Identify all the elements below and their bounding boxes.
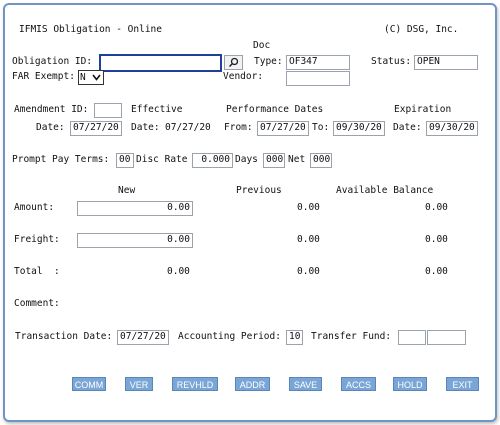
prompt-pay-label: Prompt Pay Terms:: [12, 154, 110, 165]
type-label: Type:: [254, 56, 283, 67]
comment-label: Comment:: [14, 298, 60, 309]
performance-from-label: From:: [224, 122, 253, 133]
freight-label: Freight:: [14, 234, 60, 245]
accounting-period-field[interactable]: 10: [286, 330, 303, 345]
copyright-text: (C) DSG, Inc.: [384, 24, 459, 35]
disc-rate-field[interactable]: 0.000: [192, 153, 233, 168]
prompt-pay-terms-field[interactable]: 00: [116, 153, 134, 168]
transaction-date-label: Transaction Date:: [15, 331, 113, 342]
net-label: Net: [288, 154, 306, 165]
type-field[interactable]: OF347: [286, 55, 350, 70]
expiration-heading: Expiration: [394, 104, 452, 115]
total-available-value: 0.00: [425, 266, 448, 277]
search-icon: [228, 57, 239, 68]
obligation-id-label: Obligation ID:: [12, 56, 93, 67]
expiration-date-label: Date:: [393, 122, 422, 133]
far-exempt-value: N: [80, 72, 86, 83]
days-label: Days: [235, 154, 258, 165]
page-title: IFMIS Obligation - Online: [19, 24, 162, 35]
transaction-date-field[interactable]: 07/27/20: [117, 330, 169, 345]
save-button[interactable]: SAVE: [289, 377, 322, 391]
amendment-date-field[interactable]: 07/27/20: [70, 121, 122, 136]
accounting-period-label: Accounting Period:: [178, 331, 281, 342]
transfer-fund-field-2[interactable]: [427, 330, 466, 345]
transfer-fund-label: Transfer Fund:: [311, 331, 392, 342]
performance-to-label: To:: [312, 122, 330, 133]
amount-new-field[interactable]: 0.00: [77, 201, 193, 216]
freight-new-field[interactable]: 0.00: [77, 233, 193, 248]
performance-from-field[interactable]: 07/27/20: [257, 121, 309, 136]
expiration-date-field[interactable]: 09/30/20: [426, 121, 478, 136]
accs-button[interactable]: ACCS: [341, 377, 376, 391]
chevron-down-icon: [92, 74, 101, 81]
total-label: Total :: [14, 266, 60, 277]
net-field[interactable]: 000: [310, 153, 332, 168]
total-previous-value: 0.00: [297, 266, 320, 277]
amendment-id-label: Amendment ID:: [14, 104, 89, 115]
effective-date-label: Date:: [131, 122, 160, 133]
days-field[interactable]: 000: [263, 153, 285, 168]
column-new-header: New: [118, 185, 136, 196]
performance-to-field[interactable]: 09/30/20: [333, 121, 385, 136]
effective-heading: Effective: [131, 104, 183, 115]
freight-previous-value: 0.00: [297, 234, 320, 245]
amendment-date-label: Date:: [36, 122, 65, 133]
vendor-label: Vendor:: [223, 71, 264, 82]
amount-label: Amount:: [14, 202, 55, 213]
revhld-button[interactable]: REVHLD: [172, 377, 218, 391]
status-label: Status:: [371, 56, 412, 67]
ver-button[interactable]: VER: [125, 377, 153, 391]
obligation-id-input[interactable]: [99, 54, 222, 72]
hold-button[interactable]: HOLD: [393, 377, 427, 391]
far-exempt-select[interactable]: N: [78, 70, 104, 85]
amendment-id-input[interactable]: [94, 103, 122, 118]
effective-date-value: 07/27/20: [165, 122, 211, 133]
column-previous-header: Previous: [236, 185, 282, 196]
vendor-field[interactable]: [286, 71, 350, 86]
search-button[interactable]: [224, 55, 243, 70]
far-exempt-label: FAR Exempt:: [12, 71, 75, 82]
disc-rate-label: Disc Rate: [136, 154, 188, 165]
performance-heading: Performance Dates: [226, 104, 324, 115]
transfer-fund-field-1[interactable]: [398, 330, 426, 345]
amount-available-value: 0.00: [425, 202, 448, 213]
addr-button[interactable]: ADDR: [235, 377, 270, 391]
column-available-header: Available Balance: [336, 185, 434, 196]
exit-button[interactable]: EXIT: [446, 377, 479, 391]
comm-button[interactable]: COMM: [72, 377, 106, 391]
freight-available-value: 0.00: [425, 234, 448, 245]
status-field[interactable]: OPEN: [414, 55, 478, 70]
total-new-value: 0.00: [167, 266, 190, 277]
doc-label: Doc: [253, 40, 271, 51]
amount-previous-value: 0.00: [297, 202, 320, 213]
